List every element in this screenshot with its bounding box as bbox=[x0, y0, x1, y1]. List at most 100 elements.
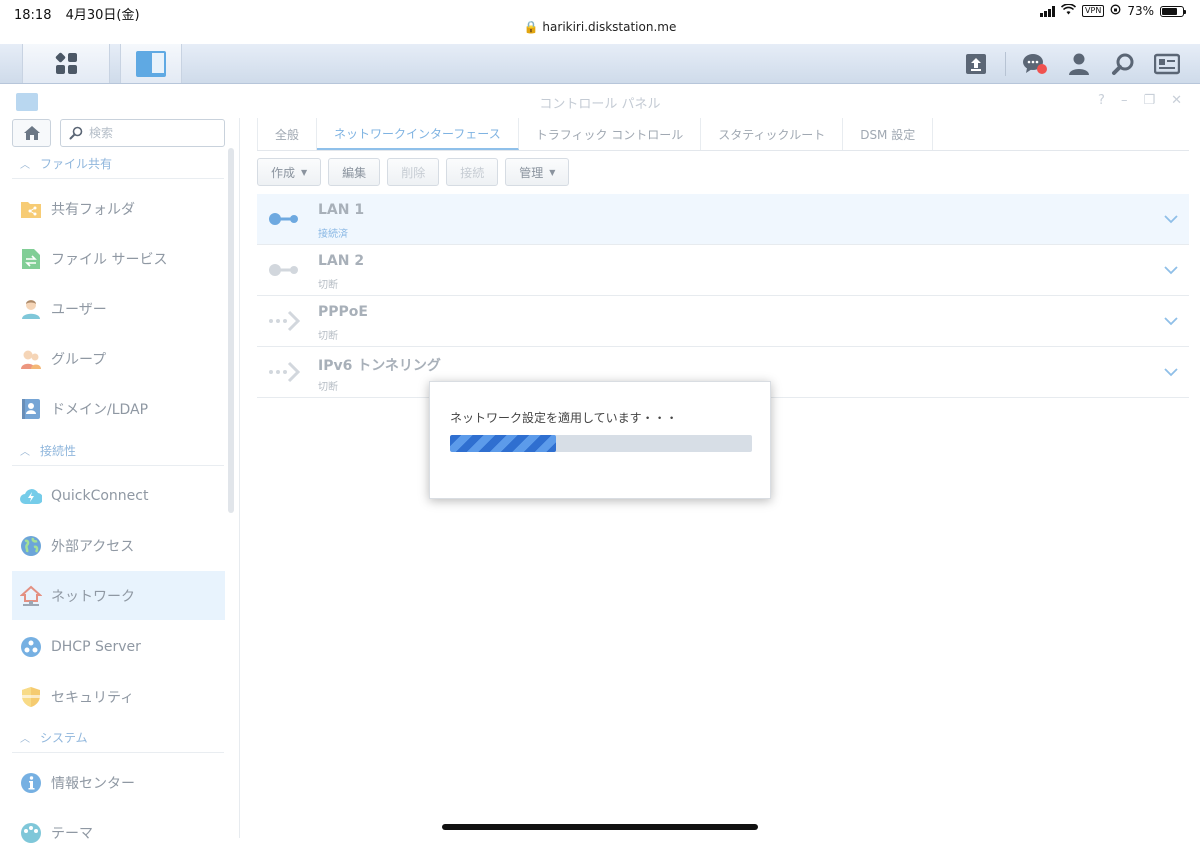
sidebar-item-domain-ldap[interactable]: ドメイン/LDAP bbox=[12, 384, 225, 433]
chevron-down-icon[interactable] bbox=[1163, 211, 1179, 227]
sidebar-item-external-access[interactable]: 外部アクセス bbox=[12, 521, 225, 570]
battery-percent: 73% bbox=[1127, 4, 1154, 18]
interface-status: 接続済 bbox=[318, 229, 348, 240]
sidebar-search bbox=[60, 119, 225, 147]
interface-status: 切断 bbox=[318, 331, 338, 342]
sidebar: ︿ ファイル共有 共有フォルダ ファイル サービス ユーザー グループ ドメイン… bbox=[0, 118, 240, 843]
interface-status: 切断 bbox=[318, 280, 338, 291]
help-button[interactable]: ? bbox=[1098, 93, 1105, 108]
address-bar[interactable]: 🔒 harikiri.diskstation.me bbox=[0, 20, 1200, 34]
file-services-icon bbox=[20, 248, 42, 270]
restore-button[interactable]: ❐ bbox=[1143, 93, 1155, 108]
tab-network-interface[interactable]: ネットワークインターフェース bbox=[317, 118, 519, 150]
tab-general[interactable]: 全般 bbox=[257, 118, 318, 150]
sidebar-item-quickconnect[interactable]: QuickConnect bbox=[12, 471, 225, 520]
vpn-badge: VPN bbox=[1082, 5, 1105, 17]
home-indicator[interactable] bbox=[442, 824, 758, 830]
home-icon bbox=[23, 126, 40, 140]
interface-name: IPv6 トンネリング bbox=[318, 358, 441, 374]
domain-ldap-icon bbox=[20, 398, 42, 420]
upload-queue-button[interactable] bbox=[961, 50, 991, 78]
section-system[interactable]: ︿ システム bbox=[12, 723, 224, 753]
search-icon bbox=[1112, 53, 1134, 75]
user-options-button[interactable] bbox=[1064, 50, 1094, 78]
orientation-lock-icon bbox=[1110, 4, 1121, 18]
interface-row-lan1[interactable]: LAN 1 接続済 bbox=[257, 194, 1189, 245]
info-center-icon bbox=[20, 772, 42, 794]
progress-bar bbox=[450, 435, 752, 452]
manage-button[interactable]: 管理 ▼ bbox=[505, 158, 570, 186]
user-icon bbox=[1069, 53, 1089, 75]
interface-list: LAN 1 接続済 LAN 2 切断 PPPoE 切断 IPv6 トンネリング … bbox=[257, 194, 1189, 398]
sidebar-item-info-center[interactable]: 情報センター bbox=[12, 758, 225, 807]
caret-down-icon: ▼ bbox=[549, 167, 556, 177]
window-title: コントロール パネル bbox=[539, 97, 661, 112]
taskbar-tools bbox=[961, 50, 1182, 78]
sidebar-item-theme[interactable]: テーマ bbox=[12, 808, 225, 857]
home-button[interactable] bbox=[12, 119, 51, 147]
sidebar-item-user[interactable]: ユーザー bbox=[12, 284, 225, 333]
tab-dsm-settings[interactable]: DSM 設定 bbox=[843, 118, 934, 150]
interface-name: PPPoE bbox=[318, 304, 368, 320]
interface-name: LAN 1 bbox=[318, 202, 365, 218]
notification-chat-icon bbox=[1023, 54, 1047, 74]
wifi-icon bbox=[1060, 3, 1077, 18]
progress-bar-fill bbox=[450, 435, 556, 452]
taskbar-separator bbox=[1005, 52, 1006, 76]
control-panel-icon bbox=[136, 50, 166, 77]
sidebar-item-group[interactable]: グループ bbox=[12, 334, 225, 383]
main-menu-icon bbox=[54, 52, 77, 74]
connect-button[interactable]: 接続 bbox=[446, 158, 499, 186]
sidebar-item-label: 共有フォルダ bbox=[51, 201, 135, 218]
chevron-down-icon[interactable] bbox=[1163, 364, 1179, 380]
section-file-sharing[interactable]: ︿ ファイル共有 bbox=[12, 149, 224, 179]
delete-button[interactable]: 削除 bbox=[387, 158, 440, 186]
lan-disconnected-icon bbox=[269, 264, 298, 276]
status-indicators: VPN 73% bbox=[1040, 3, 1186, 18]
external-access-icon bbox=[20, 535, 42, 557]
pppoe-icon bbox=[269, 310, 301, 332]
sidebar-item-label: DHCP Server bbox=[51, 638, 141, 655]
window-title-bar[interactable]: コントロール パネル ? – ❐ ✕ bbox=[0, 85, 1200, 118]
notifications-button[interactable] bbox=[1020, 50, 1050, 78]
chevron-down-icon[interactable] bbox=[1163, 262, 1179, 278]
sidebar-item-security[interactable]: セキュリティ bbox=[12, 672, 225, 721]
quickconnect-icon bbox=[20, 485, 42, 507]
sidebar-item-network[interactable]: ネットワーク bbox=[12, 571, 225, 620]
tab-traffic-control[interactable]: トラフィック コントロール bbox=[519, 118, 702, 150]
cellular-signal-icon bbox=[1040, 5, 1056, 17]
lock-icon: 🔒 bbox=[523, 20, 539, 34]
control-panel-taskbar-button[interactable] bbox=[120, 44, 182, 83]
upload-icon bbox=[966, 54, 986, 74]
section-label: システム bbox=[40, 731, 88, 745]
search-button[interactable] bbox=[1108, 50, 1138, 78]
section-connectivity[interactable]: ︿ 接続性 bbox=[12, 436, 224, 466]
sidebar-item-file-services[interactable]: ファイル サービス bbox=[12, 234, 225, 283]
dhcp-server-icon bbox=[20, 636, 42, 658]
widgets-button[interactable] bbox=[1152, 50, 1182, 78]
minimize-button[interactable]: – bbox=[1121, 93, 1128, 108]
chevron-down-icon[interactable] bbox=[1163, 313, 1179, 329]
create-button[interactable]: 作成 ▼ bbox=[257, 158, 322, 186]
main-menu-button[interactable] bbox=[22, 44, 110, 83]
close-button[interactable]: ✕ bbox=[1171, 93, 1182, 108]
chevron-up-icon: ︿ bbox=[20, 160, 30, 171]
sidebar-item-label: ユーザー bbox=[51, 301, 107, 318]
sidebar-item-label: 情報センター bbox=[51, 775, 135, 792]
interface-row-lan2[interactable]: LAN 2 切断 bbox=[257, 245, 1189, 296]
tab-static-route[interactable]: スタティックルート bbox=[701, 118, 844, 150]
sidebar-scrollbar[interactable] bbox=[228, 148, 234, 513]
user-icon bbox=[20, 298, 42, 320]
sidebar-item-dhcp-server[interactable]: DHCP Server bbox=[12, 622, 225, 671]
interface-name: LAN 2 bbox=[318, 253, 365, 269]
search-input[interactable] bbox=[89, 126, 219, 140]
tab-bar: 全般 ネットワークインターフェース トラフィック コントロール スタティックルー… bbox=[257, 118, 1189, 151]
battery-icon bbox=[1160, 5, 1186, 17]
section-label: 接続性 bbox=[40, 444, 77, 458]
section-label: ファイル共有 bbox=[40, 157, 113, 171]
interface-row-pppoe[interactable]: PPPoE 切断 bbox=[257, 296, 1189, 347]
sidebar-item-shared-folder[interactable]: 共有フォルダ bbox=[12, 184, 225, 233]
edit-button[interactable]: 編集 bbox=[328, 158, 381, 186]
sidebar-item-label: 外部アクセス bbox=[51, 538, 135, 555]
manage-button-label: 管理 bbox=[519, 165, 544, 180]
